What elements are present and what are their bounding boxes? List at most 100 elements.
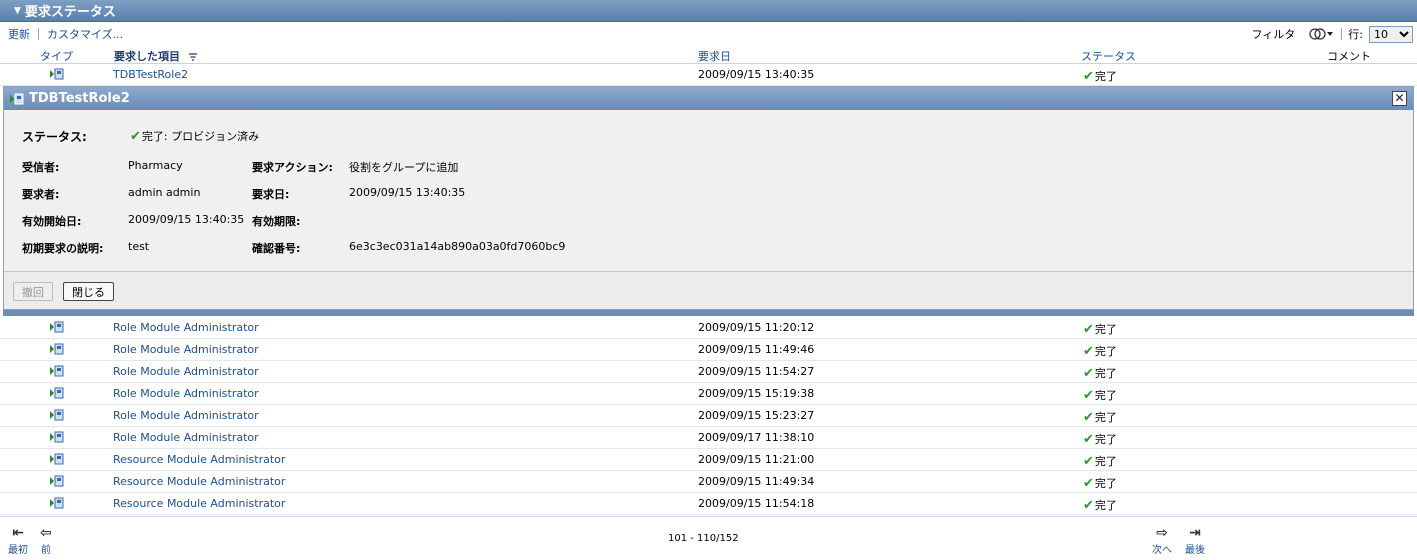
prev-page-label: 前: [40, 545, 51, 556]
column-header-comment: コメント: [1327, 50, 1371, 63]
request-item-link[interactable]: Resource Module Administrator: [113, 475, 285, 488]
refresh-link[interactable]: 更新: [8, 26, 30, 42]
confirmation-label: 確認番号:: [252, 242, 301, 255]
role-type-icon: [50, 453, 64, 465]
start-date-label: 有効開始日:: [22, 215, 82, 228]
request-item-link[interactable]: Resource Module Administrator: [113, 497, 285, 510]
status-text: 完了: [1094, 455, 1117, 468]
request-item-link[interactable]: Role Module Administrator: [113, 365, 259, 378]
table-row[interactable]: Role Module Administrator 2009/09/17 11:…: [0, 427, 1417, 449]
request-date: 2009/09/15 11:54:18: [698, 497, 815, 510]
column-header-item[interactable]: 要求した項目: [114, 48, 198, 64]
table-row[interactable]: Role Module Administrator 2009/09/15 11:…: [0, 339, 1417, 361]
request-date: 2009/09/15 15:19:38: [698, 387, 815, 400]
check-icon: ✔: [1083, 344, 1094, 359]
check-icon: ✔: [1083, 432, 1094, 447]
request-item-link[interactable]: Role Module Administrator: [113, 387, 259, 400]
role-type-icon: [50, 321, 64, 333]
last-page-button[interactable]: ⇥ 最後: [1185, 525, 1205, 556]
close-button[interactable]: 閉じる: [63, 282, 114, 301]
expiry-label: 有効期限:: [252, 215, 301, 228]
prev-page-button[interactable]: ⇦ 前: [40, 525, 52, 556]
request-status: ✔完了: [1083, 365, 1117, 381]
request-item-link[interactable]: Role Module Administrator: [113, 409, 259, 422]
table-row[interactable]: Role Module Administrator 2009/09/15 15:…: [0, 383, 1417, 405]
detail-bottom-bar: [3, 310, 1414, 316]
toolbar: 更新 カスタマイズ... フィルタ 行: 10: [0, 23, 1417, 45]
column-header-type[interactable]: タイプ: [40, 48, 73, 64]
request-status: ✔完了: [1083, 343, 1117, 359]
filter-link[interactable]: フィルタ: [1252, 26, 1296, 42]
status-text: 完了: [1094, 70, 1117, 83]
check-icon: ✔: [1083, 366, 1094, 381]
withdraw-button[interactable]: 撤回: [13, 282, 53, 301]
request-item-link[interactable]: Role Module Administrator: [113, 321, 259, 334]
customize-link[interactable]: カスタマイズ...: [47, 26, 123, 42]
toolbar-divider: [38, 28, 39, 40]
panel-title: 要求ステータス: [24, 5, 116, 20]
request-status: ✔完了: [1083, 387, 1117, 403]
request-date-value: 2009/09/15 13:40:35: [349, 186, 466, 199]
request-item-link[interactable]: Role Module Administrator: [113, 343, 259, 356]
role-type-icon: [10, 93, 24, 104]
status-text: 完了: [1094, 345, 1117, 358]
status-text: 完了: [1094, 411, 1117, 424]
check-icon: ✔: [1083, 322, 1094, 337]
pager: ⇤ 最初 ⇦ 前 101 - 110/152 ⇨ 次へ ⇥ 最後: [0, 516, 1417, 560]
toolbar-divider-2: [1341, 28, 1343, 40]
filter-options-icon[interactable]: [1309, 27, 1335, 41]
requester-label: 要求者:: [22, 188, 60, 201]
check-icon: ✔: [1083, 388, 1094, 403]
collapse-triangle-icon[interactable]: ▼: [14, 6, 21, 16]
check-icon: ✔: [1083, 454, 1094, 469]
request-date: 2009/09/15 11:21:00: [698, 453, 815, 466]
request-date-label: 要求日:: [252, 188, 290, 201]
column-header-date[interactable]: 要求日: [698, 48, 731, 64]
request-status: ✔完了: [1083, 68, 1117, 84]
detail-title: TDBTestRole2: [29, 91, 130, 106]
status-value-text: 完了: プロビジョン済み: [141, 130, 260, 143]
role-type-icon: [50, 68, 64, 80]
request-date: 2009/09/15 11:20:12: [698, 321, 815, 334]
table-header: タイプ 要求した項目 要求日 ステータス コメント: [0, 46, 1417, 64]
request-status: ✔完了: [1083, 497, 1117, 513]
request-date: 2009/09/15 11:49:34: [698, 475, 815, 488]
sort-filter-icon[interactable]: [188, 52, 198, 62]
table-row[interactable]: TDBTestRole2 2009/09/15 13:40:35 ✔完了: [0, 64, 1417, 86]
column-header-status[interactable]: ステータス: [1081, 48, 1136, 64]
detail-titlebar: TDBTestRole2 ✕: [4, 87, 1413, 110]
description-value: test: [128, 240, 150, 253]
request-status: ✔完了: [1083, 431, 1117, 447]
next-page-button[interactable]: ⇨ 次へ: [1152, 525, 1172, 556]
close-icon[interactable]: ✕: [1392, 91, 1407, 106]
request-item-link[interactable]: Role Module Administrator: [113, 431, 259, 444]
request-status: ✔完了: [1083, 409, 1117, 425]
role-type-icon: [50, 387, 64, 399]
table-row[interactable]: Role Module Administrator 2009/09/15 11:…: [0, 361, 1417, 383]
first-page-button[interactable]: ⇤ 最初: [8, 525, 28, 556]
request-item-link[interactable]: Resource Module Administrator: [113, 453, 285, 466]
status-text: 完了: [1094, 477, 1117, 490]
panel-titlebar: ▼ 要求ステータス: [0, 0, 1417, 22]
table-row[interactable]: Resource Module Administrator 2009/09/15…: [0, 471, 1417, 493]
table-row[interactable]: Role Module Administrator 2009/09/15 11:…: [0, 317, 1417, 339]
next-page-label: 次へ: [1152, 545, 1172, 556]
status-text: 完了: [1094, 367, 1117, 380]
request-date: 2009/09/15 13:40:35: [698, 68, 815, 81]
next-page-icon: ⇨: [1156, 525, 1168, 541]
description-label: 初期要求の説明:: [22, 242, 104, 255]
table-row[interactable]: Resource Module Administrator 2009/09/15…: [0, 493, 1417, 515]
start-date-value: 2009/09/15 13:40:35: [128, 213, 245, 226]
table-row[interactable]: Role Module Administrator 2009/09/15 15:…: [0, 405, 1417, 427]
request-detail-panel: TDBTestRole2 ✕ ステータス: ✔完了: プロビジョン済み 受信者:…: [3, 86, 1414, 310]
table-row[interactable]: Resource Module Administrator 2009/09/15…: [0, 449, 1417, 471]
check-icon: ✔: [1083, 498, 1094, 513]
request-item-link[interactable]: TDBTestRole2: [113, 68, 188, 81]
rows-per-page-select[interactable]: 10: [1369, 25, 1413, 43]
status-text: 完了: [1094, 323, 1117, 336]
action-value: 役割をグループに追加: [349, 161, 459, 174]
check-icon: ✔: [1083, 69, 1094, 84]
check-icon: ✔: [1083, 410, 1094, 425]
recipient-value: Pharmacy: [128, 159, 183, 172]
request-status: ✔完了: [1083, 453, 1117, 469]
